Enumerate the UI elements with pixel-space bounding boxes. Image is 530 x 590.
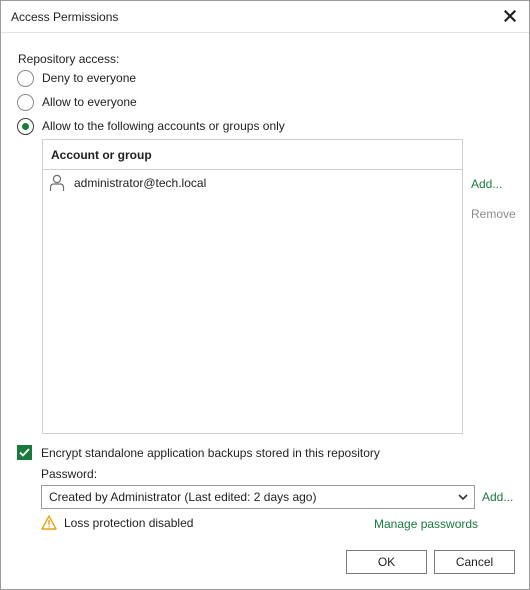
- add-account-link[interactable]: Add...: [471, 177, 502, 191]
- radio-label: Allow to everyone: [42, 95, 137, 109]
- ok-button[interactable]: OK: [346, 550, 427, 574]
- radio-button[interactable]: [17, 69, 34, 87]
- close-icon: [504, 10, 516, 22]
- radio-button[interactable]: [17, 93, 34, 111]
- table-row[interactable]: administrator@tech.local: [43, 170, 462, 196]
- manage-passwords-link[interactable]: Manage passwords: [374, 517, 478, 531]
- password-select[interactable]: Created by Administrator (Last edited: 2…: [41, 485, 475, 509]
- password-label: Password:: [41, 467, 98, 481]
- checkmark-icon: [19, 448, 30, 457]
- radio-deny-everyone[interactable]: Deny to everyone: [17, 69, 136, 87]
- encrypt-checkbox[interactable]: [17, 445, 32, 460]
- radio-label: Allow to the following accounts or group…: [42, 119, 285, 133]
- password-select-value: Created by Administrator (Last edited: 2…: [49, 490, 317, 504]
- warning-icon: [41, 515, 57, 530]
- radio-allow-everyone[interactable]: Allow to everyone: [17, 93, 137, 111]
- accounts-table: Account or group administrator@tech.loca…: [42, 139, 463, 434]
- radio-button-selected[interactable]: [17, 117, 34, 135]
- account-name: administrator@tech.local: [74, 176, 207, 190]
- title-bar: Access Permissions: [1, 1, 529, 33]
- encrypt-checkbox-label: Encrypt standalone application backups s…: [41, 445, 380, 460]
- dialog-title: Access Permissions: [11, 10, 119, 24]
- chevron-down-icon: [458, 494, 468, 501]
- table-header-account-or-group[interactable]: Account or group: [43, 140, 462, 170]
- encrypt-backups-checkbox-row[interactable]: Encrypt standalone application backups s…: [17, 445, 380, 460]
- remove-account-link[interactable]: Remove: [471, 207, 516, 221]
- radio-label: Deny to everyone: [42, 71, 137, 85]
- user-icon: [49, 174, 65, 191]
- cancel-button[interactable]: Cancel: [434, 550, 515, 574]
- warning-text: Loss protection disabled: [64, 515, 194, 530]
- radio-allow-following-only[interactable]: Allow to the following accounts or group…: [17, 117, 285, 135]
- loss-protection-warning: Loss protection disabled: [41, 515, 193, 530]
- repository-access-label: Repository access:: [18, 52, 120, 66]
- add-password-link[interactable]: Add...: [482, 490, 513, 504]
- access-permissions-dialog: Access Permissions Repository access: De…: [0, 0, 530, 590]
- close-button[interactable]: [499, 5, 521, 27]
